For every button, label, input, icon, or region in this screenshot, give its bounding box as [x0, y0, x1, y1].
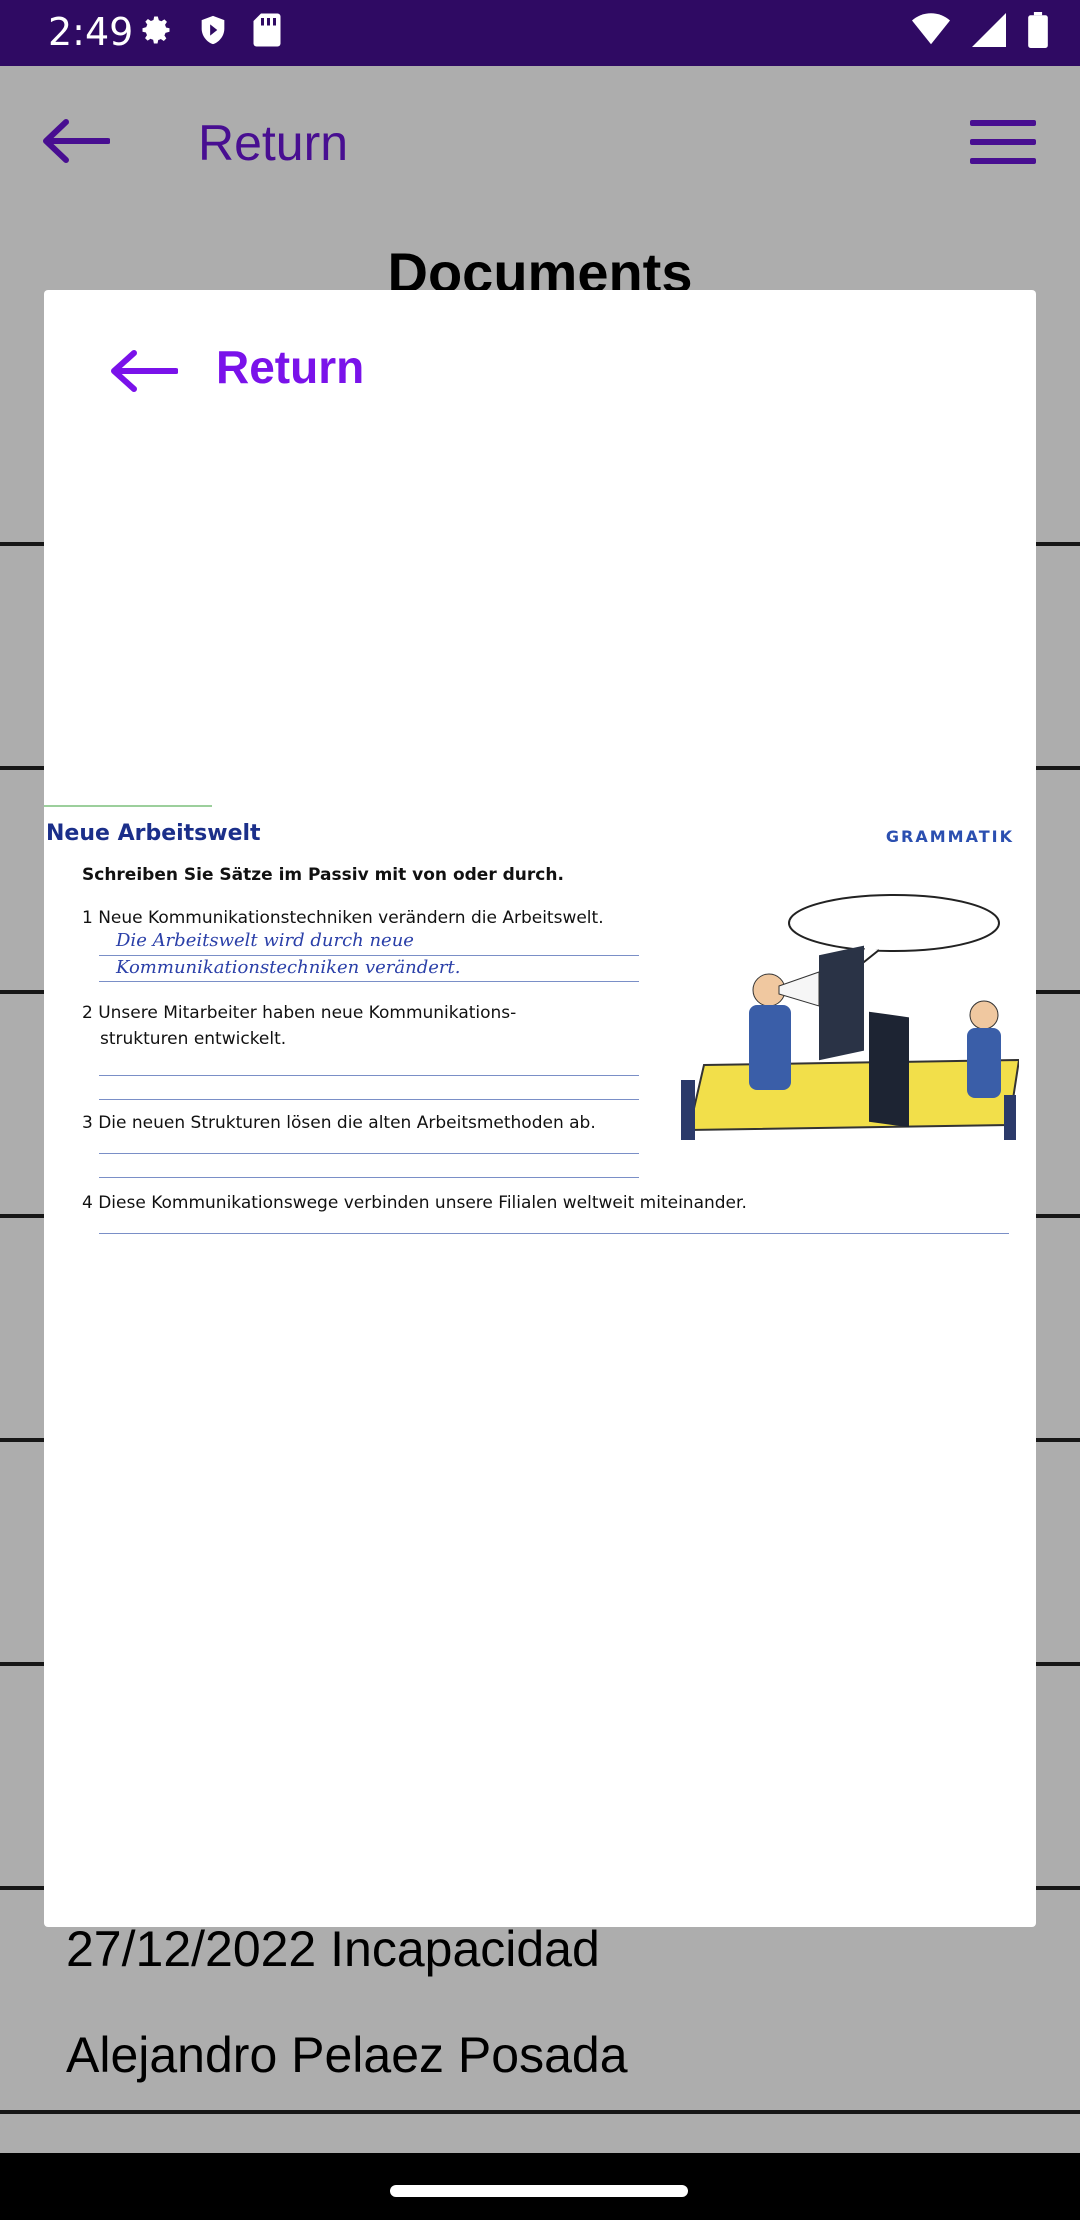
dialog-return-button[interactable]: Return: [216, 340, 364, 394]
status-time: 2:49: [48, 10, 134, 54]
back-arrow-icon[interactable]: [108, 348, 178, 394]
sd-card-icon: [253, 13, 281, 47]
document-dialog: Return Neue Arbeitswelt GRAMMATIK Schrei…: [44, 290, 1036, 1927]
exercise-item: strukturen entwickelt.: [100, 1029, 287, 1049]
gear-icon: [142, 16, 170, 44]
exercise-item: 4 Diese Kommunikationswege verbinden uns…: [82, 1193, 747, 1213]
answer-line: [99, 1233, 1009, 1234]
answer-line: [99, 1075, 639, 1076]
office-cartoon-illustration: [681, 894, 1019, 1140]
battery-icon: [1028, 12, 1048, 48]
status-bar: 2:49: [0, 0, 1080, 66]
document-image: Neue Arbeitswelt GRAMMATIK Schreiben Sie…: [44, 805, 1036, 1235]
document-instruction: Schreiben Sie Sätze im Passiv mit von od…: [82, 865, 564, 885]
handwritten-answer: Kommunikationstechniken verändert.: [116, 957, 461, 978]
navigation-bar: [0, 2153, 1080, 2220]
shield-play-icon: [201, 15, 225, 45]
decorative-line: [44, 805, 212, 807]
answer-line: [99, 981, 639, 982]
exercise-item: 2 Unsere Mitarbeiter haben neue Kommunik…: [82, 1003, 517, 1023]
exercise-item: 1 Neue Kommunikationstechniken verändern…: [82, 908, 604, 928]
document-title: Neue Arbeitswelt: [46, 821, 261, 846]
handwritten-answer: Die Arbeitswelt wird durch neue: [116, 930, 414, 951]
document-section-label: GRAMMATIK: [885, 827, 1014, 846]
answer-line: [99, 1177, 639, 1178]
exercise-item: 3 Die neuen Strukturen lösen die alten A…: [82, 1113, 596, 1133]
answer-line: [99, 955, 639, 956]
status-left-icons: [138, 12, 282, 48]
home-gesture-handle[interactable]: [390, 2185, 688, 2197]
signal-icon: [972, 13, 1006, 47]
wifi-icon: [912, 13, 950, 45]
status-right-icons: [912, 12, 1048, 48]
answer-line: [99, 1153, 639, 1154]
answer-line: [99, 1099, 639, 1100]
